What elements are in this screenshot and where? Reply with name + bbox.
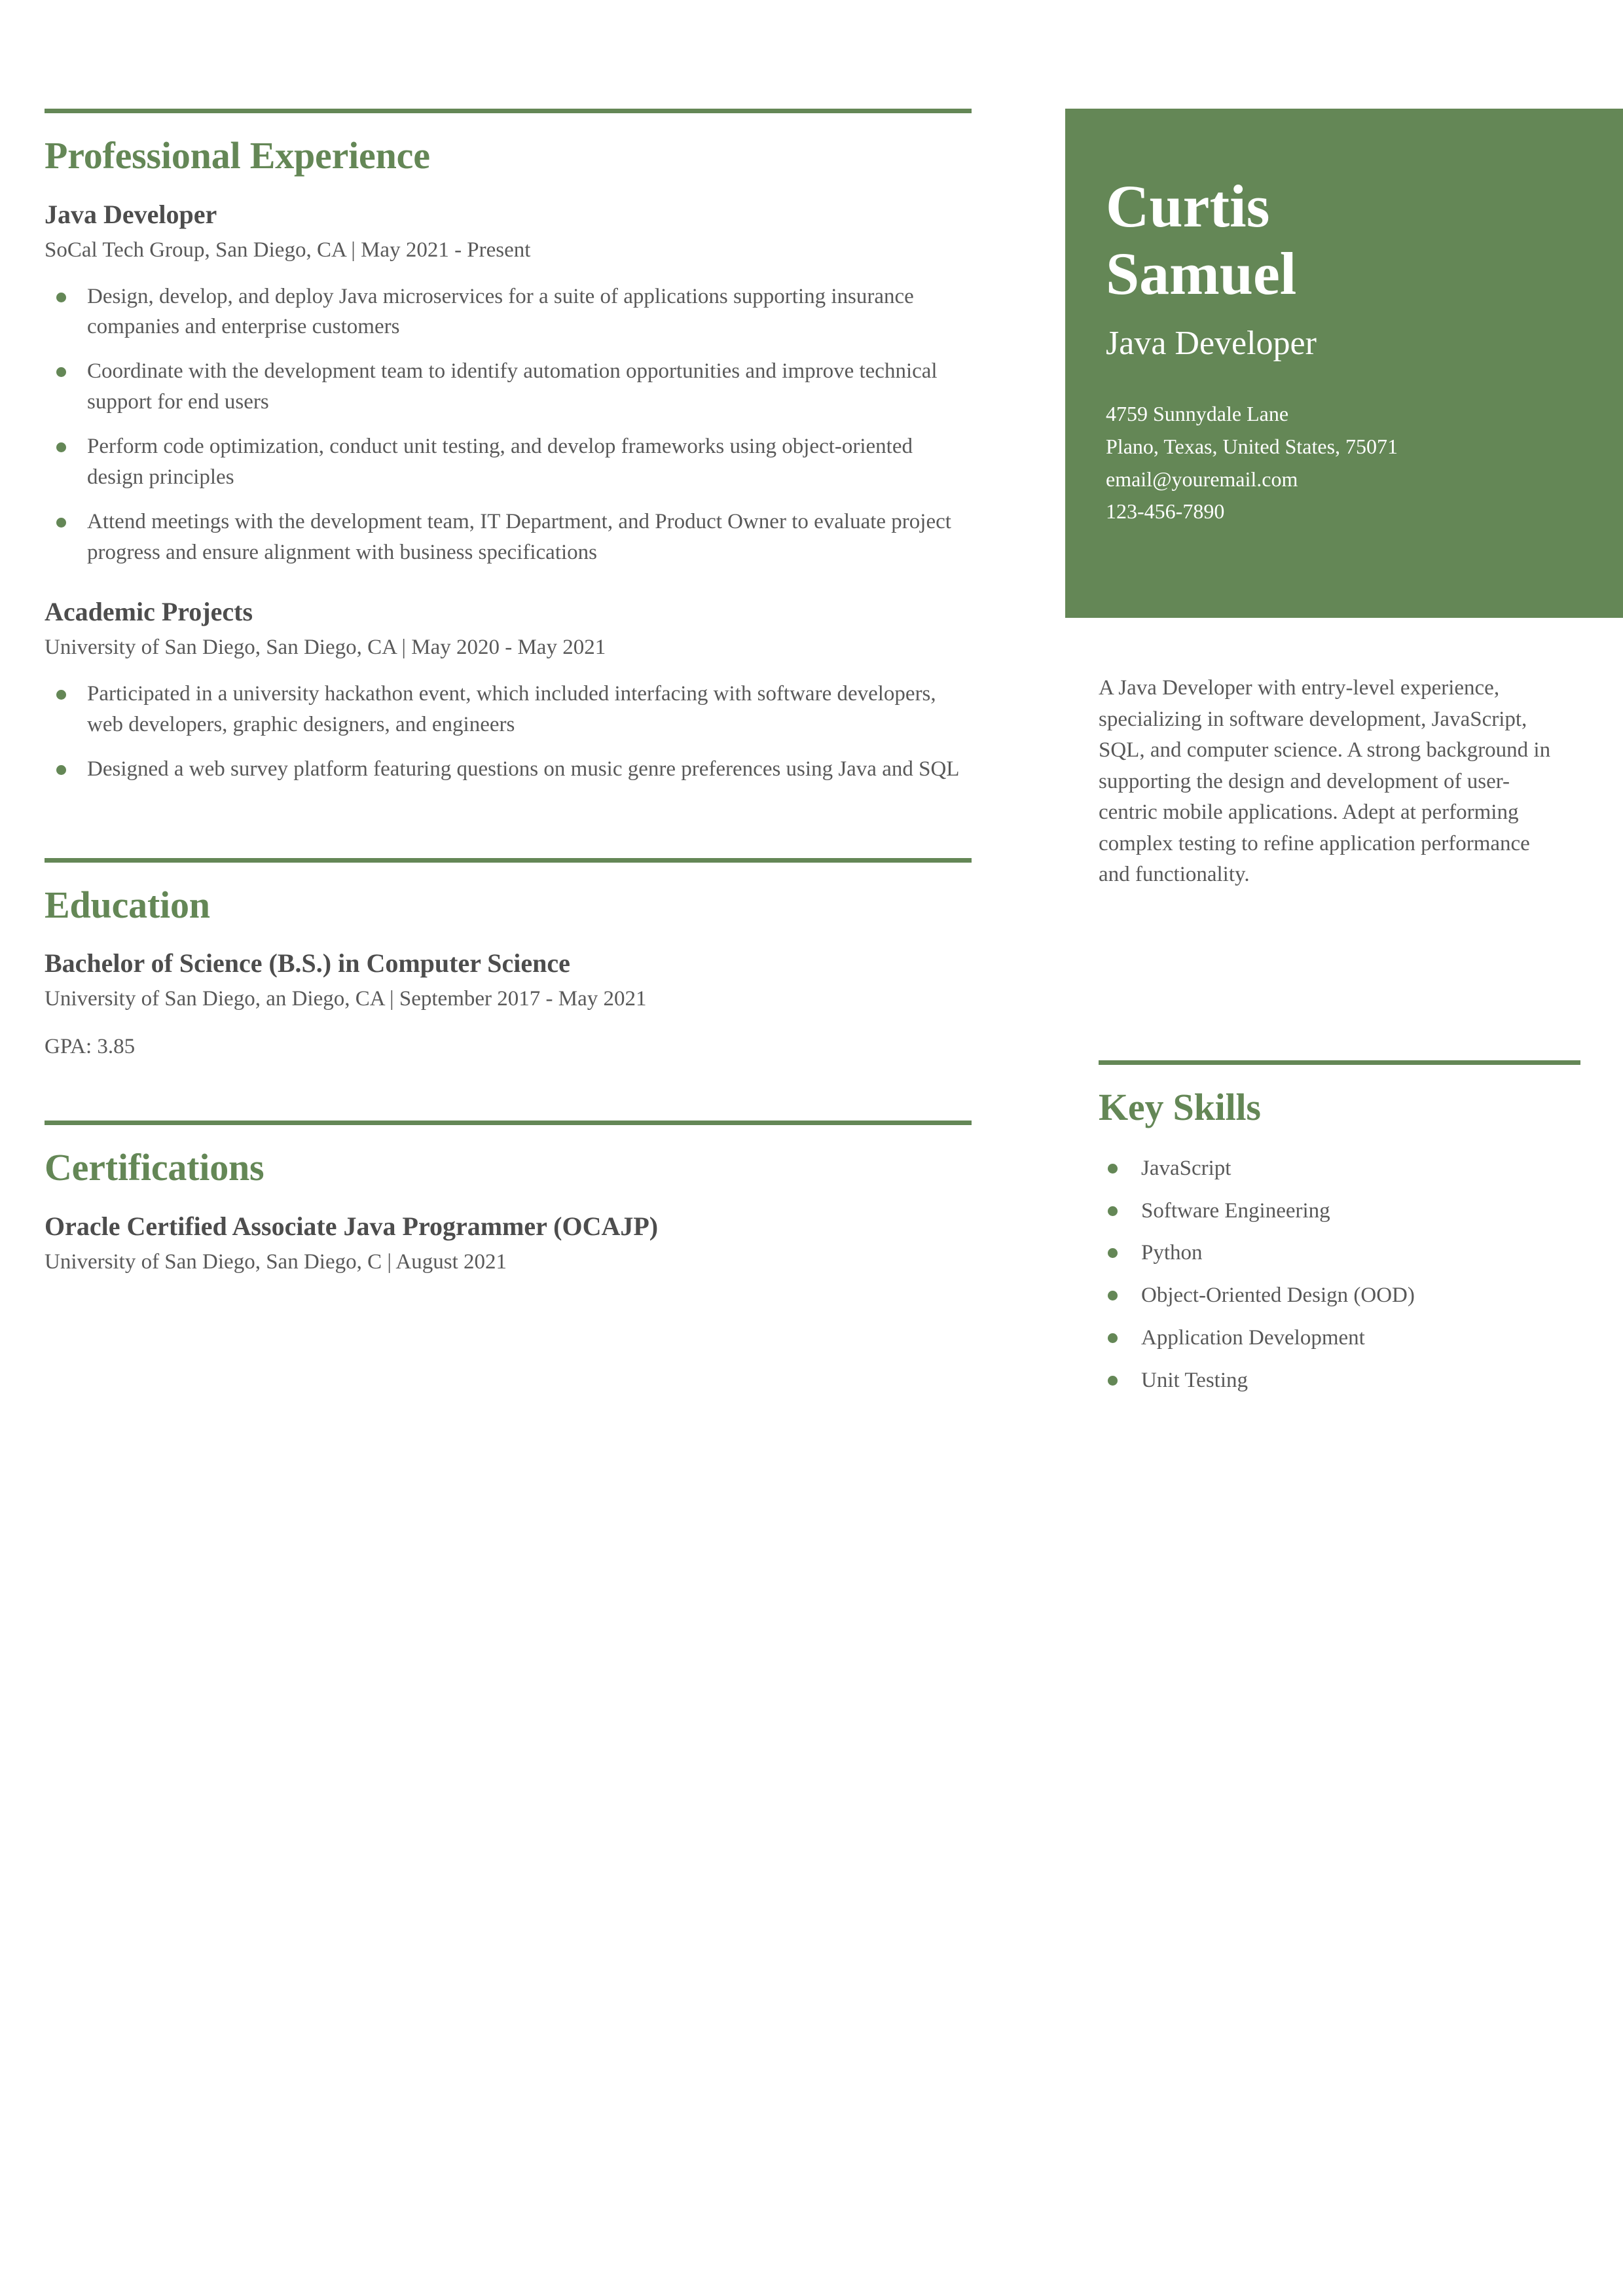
- education-section: Education Bachelor of Science (B.S.) in …: [45, 857, 972, 1060]
- contact-phone[interactable]: 123-456-7890: [1106, 495, 1582, 528]
- certification-title: Oracle Certified Associate Java Programm…: [45, 1211, 659, 1241]
- section-heading-professional-experience: Professional Experience: [45, 134, 430, 177]
- section-divider-key-skills: [1099, 1060, 1580, 1065]
- resume-page: Professional Experience Java Developer S…: [0, 0, 1623, 2296]
- contact-info: 4759 Sunnydale Lane Plano, Texas, United…: [1106, 398, 1582, 528]
- experience-entry-subtitle: University of San Diego, San Diego, CA |…: [45, 636, 606, 660]
- header-job-title: Java Developer: [1106, 325, 1317, 363]
- list-item: Designed a web survey platform featuring…: [45, 754, 972, 785]
- section-heading-key-skills: Key Skills: [1099, 1086, 1261, 1128]
- experience-entry-title: Java Developer: [45, 199, 217, 229]
- list-item: Attend meetings with the development tea…: [45, 507, 972, 568]
- section-divider-certifications: [45, 1121, 972, 1126]
- list-item: Participated in a university hackathon e…: [45, 679, 972, 740]
- education-entry: Bachelor of Science (B.S.) in Computer S…: [45, 948, 972, 1059]
- academic-projects-bullet-list: Participated in a university hackathon e…: [45, 679, 972, 785]
- experience-bullet-list: Design, develop, and deploy Java microse…: [45, 281, 972, 568]
- key-skills-section: Key Skills JavaScript Software Engineeri…: [1065, 1060, 1623, 1409]
- section-divider-education: [45, 857, 972, 863]
- page-title: Curtis Samuel: [1106, 173, 1582, 308]
- contact-street: 4759 Sunnydale Lane: [1106, 402, 1289, 426]
- first-name: Curtis: [1106, 173, 1270, 240]
- experience-entry-subtitle: SoCal Tech Group, San Diego, CA | May 20…: [45, 238, 531, 262]
- last-name: Samuel: [1106, 240, 1297, 308]
- education-gpa: GPA: 3.85: [45, 1035, 136, 1059]
- experience-entry-title: Academic Projects: [45, 597, 253, 627]
- experience-entry-academic-projects: Academic Projects University of San Dieg…: [45, 596, 972, 784]
- list-item: Perform code optimization, conduct unit …: [45, 431, 972, 493]
- list-item: Python: [1099, 1239, 1623, 1267]
- section-divider-experience: [45, 109, 972, 113]
- certification-entry: Oracle Certified Associate Java Programm…: [45, 1211, 972, 1276]
- name-header-block: Curtis Samuel Java Developer 4759 Sunnyd…: [1065, 109, 1623, 618]
- list-item: Unit Testing: [1099, 1367, 1623, 1395]
- experience-entry-java-developer: Java Developer SoCal Tech Group, San Die…: [45, 199, 972, 568]
- section-heading-certifications: Certifications: [45, 1146, 264, 1189]
- certification-subtitle: University of San Diego, San Diego, C | …: [45, 1250, 507, 1274]
- left-column: Professional Experience Java Developer S…: [45, 109, 972, 1276]
- education-degree: Bachelor of Science (B.S.) in Computer S…: [45, 948, 570, 978]
- list-item: Coordinate with the development team to …: [45, 356, 972, 418]
- contact-city-state-zip: Plano, Texas, United States, 75071: [1106, 435, 1398, 459]
- certifications-section: Certifications Oracle Certified Associat…: [45, 1121, 972, 1276]
- professional-summary-section: A Java Developer with entry-level experi…: [1099, 673, 1557, 891]
- contact-email[interactable]: email@youremail.com: [1106, 463, 1582, 496]
- section-heading-education: Education: [45, 883, 210, 926]
- education-school: University of San Diego, an Diego, CA | …: [45, 987, 647, 1011]
- list-item: Software Engineering: [1099, 1197, 1623, 1225]
- list-item: Object-Oriented Design (OOD): [1099, 1282, 1623, 1310]
- key-skills-list: JavaScript Software Engineering Python O…: [1099, 1155, 1623, 1395]
- professional-summary-text: A Java Developer with entry-level experi…: [1099, 676, 1551, 887]
- list-item: Application Development: [1099, 1324, 1623, 1352]
- list-item: JavaScript: [1099, 1155, 1623, 1183]
- list-item: Design, develop, and deploy Java microse…: [45, 281, 972, 343]
